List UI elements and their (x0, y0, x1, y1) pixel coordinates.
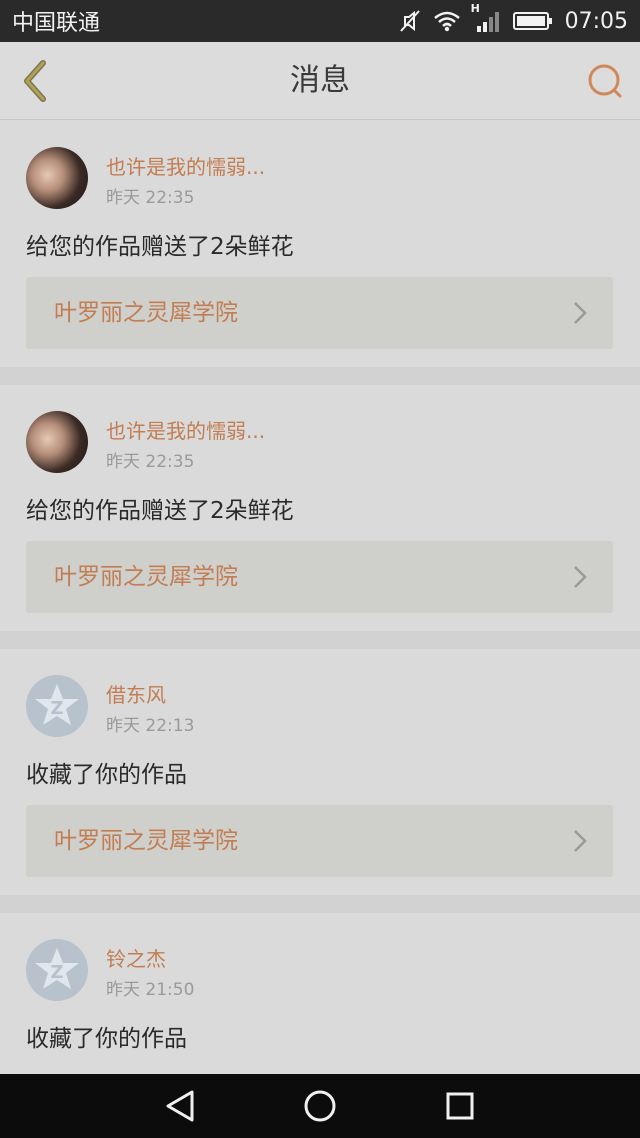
back-triangle-icon (166, 1090, 194, 1122)
recents-square-icon (446, 1092, 474, 1120)
wifi-icon (433, 10, 461, 32)
message-item[interactable]: Z 借东风 昨天 22:13 收藏了你的作品 叶罗丽之灵犀学院 (0, 649, 640, 913)
network-type-label: H (470, 2, 480, 15)
app-header: 消息 (0, 42, 640, 120)
nav-recents-button[interactable] (440, 1086, 480, 1126)
work-title: 叶罗丽之灵犀学院 (54, 564, 238, 590)
work-title: 叶罗丽之灵犀学院 (54, 828, 238, 854)
page-title: 消息 (290, 63, 350, 98)
clock: 07:05 (564, 8, 628, 34)
user-name[interactable]: 也许是我的懦弱... (106, 415, 265, 444)
user-avatar[interactable]: Z (26, 939, 88, 1001)
work-link[interactable]: 叶罗丽之灵犀学院 (26, 541, 613, 613)
mute-icon (399, 9, 421, 33)
message-text: 给您的作品赠送了2朵鲜花 (26, 498, 294, 524)
system-nav-bar (0, 1074, 640, 1138)
message-item[interactable]: 也许是我的懦弱... 昨天 22:35 给您的作品赠送了2朵鲜花 叶罗丽之灵犀学… (0, 121, 640, 385)
work-title: 叶罗丽之灵犀学院 (54, 300, 238, 326)
search-icon (588, 64, 622, 98)
svg-text:Z: Z (50, 698, 63, 719)
default-avatar-icon: Z (35, 948, 79, 989)
message-item[interactable]: 也许是我的懦弱... 昨天 22:35 给您的作品赠送了2朵鲜花 叶罗丽之灵犀学… (0, 385, 640, 649)
nav-back-button[interactable] (160, 1086, 200, 1126)
message-text: 收藏了你的作品 (26, 762, 187, 788)
message-list[interactable]: 也许是我的懦弱... 昨天 22:35 给您的作品赠送了2朵鲜花 叶罗丽之灵犀学… (0, 121, 640, 1074)
default-avatar-icon: Z (35, 684, 79, 725)
message-text: 收藏了你的作品 (26, 1026, 187, 1052)
chevron-right-icon (574, 302, 587, 324)
work-link[interactable]: 叶罗丽之灵犀学院 (26, 805, 613, 877)
message-time: 昨天 22:35 (106, 188, 195, 208)
user-avatar[interactable] (26, 411, 88, 473)
user-name[interactable]: 也许是我的懦弱... (106, 151, 265, 180)
home-circle-icon (304, 1090, 336, 1122)
message-time: 昨天 21:50 (106, 980, 195, 1000)
svg-text:Z: Z (50, 962, 63, 983)
message-time: 昨天 22:35 (106, 452, 195, 472)
status-icons: H 07:05 (399, 2, 628, 34)
search-button[interactable] (584, 60, 626, 102)
chevron-right-icon (574, 566, 587, 588)
user-avatar[interactable] (26, 147, 88, 209)
user-name[interactable]: 借东风 (106, 679, 166, 708)
user-avatar[interactable]: Z (26, 675, 88, 737)
signal-icon: H (471, 2, 501, 34)
nav-home-button[interactable] (300, 1086, 340, 1126)
user-name[interactable]: 铃之杰 (106, 943, 166, 972)
message-item[interactable]: Z 铃之杰 昨天 21:50 收藏了你的作品 (0, 913, 640, 1074)
carrier-label: 中国联通 (12, 11, 101, 36)
work-link[interactable]: 叶罗丽之灵犀学院 (26, 277, 613, 349)
message-time: 昨天 22:13 (106, 716, 195, 736)
status-bar: 中国联通 H 07:05 (0, 0, 640, 42)
battery-icon (512, 11, 553, 31)
chevron-right-icon (574, 830, 587, 852)
message-text: 给您的作品赠送了2朵鲜花 (26, 234, 294, 260)
